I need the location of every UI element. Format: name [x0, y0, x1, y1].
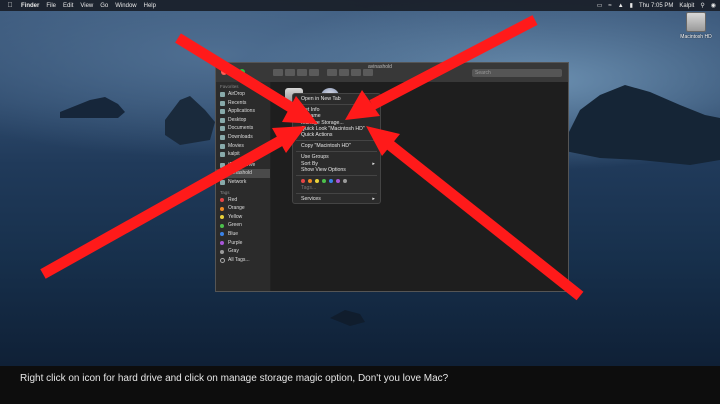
annotation-arrows: [40, 15, 584, 301]
arrow-bottom-right: [386, 140, 584, 301]
caption-bar: Right click on icon for hard drive and c…: [0, 366, 720, 404]
caption-text: Right click on icon for hard drive and c…: [20, 373, 449, 384]
arrow-top-left: [175, 33, 295, 113]
arrow-bottom-left: [40, 135, 285, 279]
arrow-top-right: [369, 15, 538, 110]
desktop:  Finder File Edit View Go Window Help ▭…: [0, 0, 720, 366]
